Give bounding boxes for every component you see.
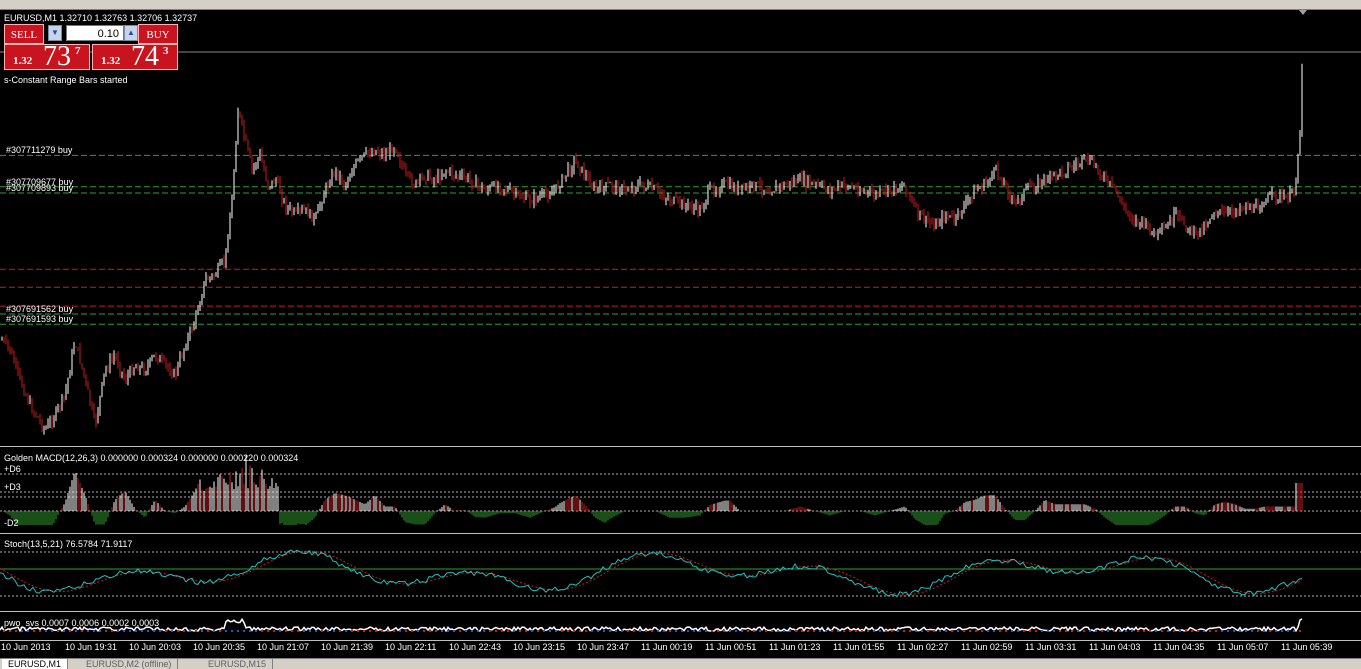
time-axis-tick-label: 11 Jun 00:51 [705,642,757,652]
time-axis-tick-label: 10 Jun 22:11 [385,642,437,652]
sell-price-small: 1.32 [13,55,33,67]
chart-tabs-bar: EURUSD,M1 EURUSD,M2 (offline) EURUSD,M15 [0,658,1361,669]
chart-window[interactable]: EURUSD,M1 1.32710 1.32763 1.32706 1.3273… [0,0,1361,658]
stoch-chart-svg [0,549,1361,598]
lots-input[interactable]: 0.10 [66,25,124,41]
chart-shift-marker-icon[interactable] [1299,10,1307,15]
time-axis-tick-label: 11 Jun 02:59 [961,642,1013,652]
time-axis-tick-label: 10 Jun 19:31 [65,642,118,652]
main-price-pane[interactable] [0,10,1361,446]
price-bars [1,63,1303,435]
order-line-label: #307709893 buy [6,183,74,194]
buy-price-sup: 3 [163,45,169,57]
pwo-indicator-label: pwo_svs 0.0007 0.0006 0.0002 0.0003 [4,618,160,628]
one-click-trading-panel: SELL ▼ 0.10 ▲ BUY 1.32 73 7 1.32 74 3 [4,24,180,72]
time-axis-tick-label: 11 Jun 02:27 [897,642,949,652]
time-axis-tick-label: 10 Jun 21:07 [257,642,310,652]
macd-indicator-label: Golden MACD(12,26,3) 0.000000 0.000324 0… [4,453,299,463]
buy-price-big: 74 [131,41,159,72]
time-axis-tick-label: 10 Jun 20:35 [193,642,246,652]
stoch-pane[interactable] [0,535,1361,609]
time-axis-tick-label: 11 Jun 04:03 [1089,642,1141,652]
symbol-header: EURUSD,M1 1.32710 1.32763 1.32706 1.3273… [4,13,198,23]
pwo-chart-svg [0,617,1303,633]
time-axis-tick-label: 10 Jun 21:39 [321,642,374,652]
window-top-strip [0,0,1361,10]
stoch-signal-line [0,550,1303,596]
pane-divider[interactable] [0,533,1361,534]
sell-price-sup: 7 [75,45,81,57]
time-axis-tick-label: 11 Jun 05:39 [1281,642,1333,652]
macd-level-d3: +D3 [4,482,21,492]
price-chart-svg[interactable] [0,10,1361,446]
buy-price-button[interactable]: 1.32 74 3 [92,41,178,72]
order-line-label: #307691562 buy [6,304,74,315]
macd-level-d2: -D2 [4,518,19,528]
sell-price-button[interactable]: 1.32 73 7 [4,41,90,72]
macd-level-d6: +D6 [4,464,21,474]
lots-increase-arrow-icon[interactable]: ▲ [124,25,138,41]
pane-divider[interactable] [0,446,1361,447]
time-axis-tick-label: 11 Jun 01:55 [833,642,885,652]
pwo-pane[interactable] [0,613,1361,639]
pane-divider[interactable] [0,611,1361,612]
macd-histogram [3,455,1303,525]
time-axis-tick-label: 10 Jun 22:43 [449,642,502,652]
time-axis-tick-label: 11 Jun 00:19 [641,642,693,652]
buy-price-small: 1.32 [101,55,121,67]
time-axis-tick-label: 11 Jun 03:31 [1025,642,1077,652]
time-axis-tick-label: 10 Jun 23:47 [577,642,630,652]
sell-button[interactable]: SELL [4,24,44,44]
lots-decrease-arrow-icon[interactable]: ▼ [48,25,62,41]
time-axis-tick-label: 10 Jun 23:15 [513,642,566,652]
pwo-line [0,617,1303,633]
time-axis-tick-label: 11 Jun 05:07 [1217,642,1269,652]
pane-divider [0,640,1361,641]
sell-price-big: 73 [43,41,71,72]
stoch-indicator-label: Stoch(13,5,21) 76.5784 71.9117 [4,539,133,549]
stoch-main-line [0,549,1303,598]
time-axis-tick-label: 10 Jun 20:03 [129,642,182,652]
time-axis-tick-label: 10 Jun 2013 [1,642,51,652]
order-line-label: #307691593 buy [6,314,74,325]
time-axis-tick-label: 11 Jun 01:23 [769,642,821,652]
status-message: s-Constant Range Bars started [4,75,128,85]
order-line-label: #307711279 buy [6,145,73,156]
time-axis-tick-label: 11 Jun 04:35 [1153,642,1205,652]
